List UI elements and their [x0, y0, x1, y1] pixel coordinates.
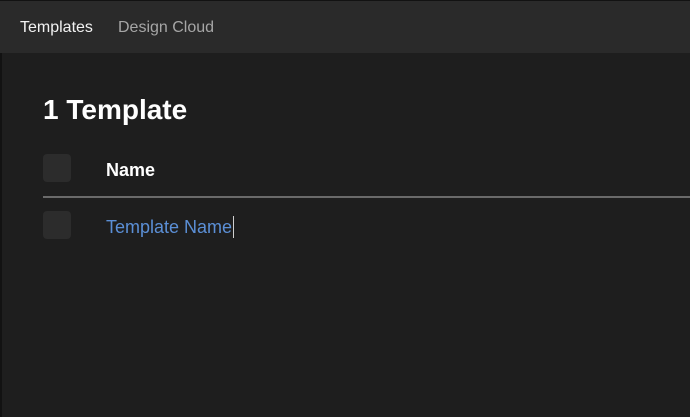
- tab-design-cloud[interactable]: Design Cloud: [118, 18, 214, 38]
- template-name-text: Template Name: [106, 217, 233, 237]
- template-name-field[interactable]: Template Name: [106, 216, 235, 238]
- select-all-checkbox[interactable]: [43, 154, 71, 182]
- tab-bar: Templates Design Cloud: [0, 0, 690, 53]
- text-caret: [233, 216, 235, 238]
- app-window: Templates Design Cloud 1 Template Name T…: [0, 0, 690, 417]
- page-title: 1 Template: [43, 94, 188, 125]
- tab-templates[interactable]: Templates: [20, 18, 93, 38]
- window-edge: [0, 0, 2, 417]
- column-header-name[interactable]: Name: [106, 159, 155, 181]
- row-checkbox[interactable]: [43, 211, 71, 239]
- table-header-divider: [43, 196, 690, 198]
